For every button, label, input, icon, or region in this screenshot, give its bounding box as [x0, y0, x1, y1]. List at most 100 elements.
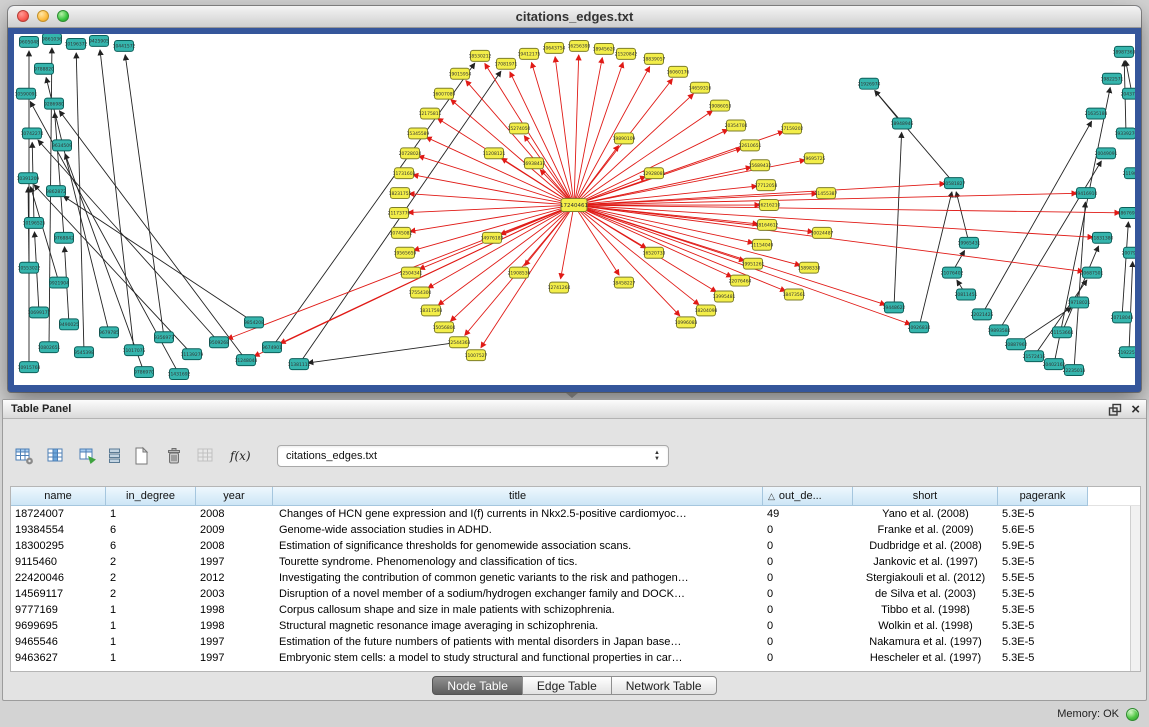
cell-out-degree: 0 — [763, 554, 853, 570]
cell-pagerank: 5.3E-5 — [998, 506, 1088, 522]
column-header-out-degree[interactable]: △out_de... — [763, 487, 853, 506]
graph-edge[interactable] — [63, 196, 254, 322]
column-header-year[interactable]: year — [196, 487, 273, 506]
column-header-short[interactable]: short — [853, 487, 998, 506]
tab-edge-table[interactable]: Edge Table — [522, 676, 612, 695]
graph-node-label: 18676988 — [1118, 211, 1135, 217]
panel-splitter[interactable] — [0, 392, 1149, 399]
cell-year: 1997 — [196, 650, 273, 666]
row-height-button[interactable] — [107, 443, 123, 469]
cell-title: Estimation of significance thresholds fo… — [273, 538, 763, 554]
graph-edge[interactable] — [919, 192, 952, 327]
cell-in-degree: 2 — [106, 554, 196, 570]
graph-edge[interactable] — [125, 55, 164, 337]
graph-edge[interactable] — [409, 194, 574, 205]
graph-node-label: 22235013 — [1063, 368, 1086, 374]
graph-edge[interactable] — [894, 132, 902, 307]
graph-node-label: 9768842 — [54, 236, 74, 242]
network-view-window: citations_edges.txt 17240461185302121901… — [8, 6, 1141, 392]
table-row[interactable]: 2242004622012Investigating the contribut… — [11, 570, 1140, 586]
graph-node-label: 22544363 — [448, 340, 471, 346]
graph-edge[interactable] — [956, 192, 969, 243]
graph-edge[interactable] — [982, 121, 1092, 314]
function-builder-button[interactable]: f(x) — [225, 443, 257, 469]
graph-node-label: 9679785 — [99, 330, 119, 336]
graph-edge[interactable] — [59, 111, 246, 360]
cell-short: Nakamura et al. (1997) — [853, 634, 998, 650]
float-panel-icon[interactable] — [1108, 403, 1122, 417]
table-scrollbar[interactable] — [1130, 506, 1140, 671]
graph-edge[interactable] — [532, 62, 574, 205]
table-row[interactable]: 911546021997Tourette syndrome. Phenomeno… — [11, 554, 1140, 570]
graph-edge[interactable] — [574, 205, 1120, 213]
graph-edge[interactable] — [100, 50, 134, 350]
graph-node-label: 19822571 — [1101, 76, 1124, 82]
table-mode-button[interactable] — [11, 443, 37, 469]
graph-edge[interactable] — [1122, 222, 1128, 317]
table-row[interactable]: 946554611997Estimation of the future num… — [11, 634, 1140, 650]
tab-network-table[interactable]: Network Table — [611, 676, 717, 695]
window-titlebar[interactable]: citations_edges.txt — [8, 6, 1141, 28]
cell-pagerank: 5.3E-5 — [998, 634, 1088, 650]
select-mode-button[interactable] — [75, 443, 101, 469]
graph-node-label: 19412175 — [518, 52, 541, 58]
graph-edge[interactable] — [574, 67, 650, 205]
graph-edge[interactable] — [451, 100, 574, 206]
graph-node-label: 20926834 — [908, 325, 931, 331]
graph-node-label: 21173776 — [388, 211, 411, 217]
table-row[interactable]: 1456911722003Disruption of a novel membe… — [11, 586, 1140, 602]
graph-edge[interactable] — [428, 205, 574, 288]
table-row[interactable]: 1872400712008Changes of HCN gene express… — [11, 506, 1140, 522]
network-canvas-svg[interactable]: 1724046118530212190159541600708912175811… — [14, 34, 1135, 385]
graph-edge[interactable] — [272, 63, 475, 347]
graph-edge[interactable] — [1129, 262, 1133, 352]
graph-node-label: 9509268 — [209, 340, 229, 346]
cell-pagerank: 5.3E-5 — [998, 650, 1088, 666]
close-panel-icon[interactable]: × — [1131, 402, 1140, 417]
graph-edge[interactable] — [49, 48, 52, 347]
graph-edge[interactable] — [574, 205, 885, 305]
column-header-in-degree[interactable]: in_degree — [106, 487, 196, 506]
table-row[interactable]: 946362711997Embryonic stem cells: a mode… — [11, 650, 1140, 666]
graph-node-label: 12741264 — [548, 285, 571, 291]
delete-column-button[interactable] — [161, 443, 187, 469]
graph-edge[interactable] — [574, 205, 699, 305]
graph-node-label: 20718043 — [1111, 315, 1134, 321]
graph-node-label: 12610651 — [739, 143, 762, 149]
graph-edge[interactable] — [574, 111, 713, 205]
graph-node-label: 22076464 — [729, 278, 752, 284]
table-row[interactable]: 969969511998Structural magnetic resonanc… — [11, 618, 1140, 634]
new-column-button[interactable] — [129, 443, 155, 469]
graph-node-label: 16216210 — [758, 203, 781, 209]
graph-edge[interactable] — [466, 81, 574, 205]
graph-edge[interactable] — [574, 129, 728, 205]
graph-node-label: 21153664 — [1051, 330, 1074, 336]
graph-node-label: 16520733 — [643, 250, 666, 256]
graph-node-label: 9634509 — [52, 143, 72, 149]
network-canvas[interactable]: 1724046118530212190159541600708912175811… — [14, 34, 1135, 385]
column-header-title[interactable]: title — [273, 487, 763, 506]
graph-node-label: 10196525 — [23, 221, 46, 227]
cell-short: Jankovic et al. (1997) — [853, 554, 998, 570]
table-row[interactable]: 977716911998Corpus callosum shape and si… — [11, 602, 1140, 618]
table-selector[interactable]: citations_edges.txt ▲▼ — [277, 445, 669, 467]
cell-title: Embryonic stem cells: a model to study s… — [273, 650, 763, 666]
table-row[interactable]: 1830029562008Estimation of significance … — [11, 538, 1140, 554]
graph-edge[interactable] — [1034, 280, 1087, 356]
graph-node-label: 10996083 — [675, 320, 698, 326]
cell-title: Genome-wide association studies in ADHD. — [273, 522, 763, 538]
splitter-grip-icon — [566, 393, 578, 398]
table-row[interactable]: 1938455462009Genome-wide association stu… — [11, 522, 1140, 538]
tab-node-table[interactable]: Node Table — [432, 676, 523, 695]
column-header-pagerank[interactable]: pagerank — [998, 487, 1088, 506]
graph-edge[interactable] — [1074, 202, 1085, 370]
show-columns-button[interactable] — [43, 443, 69, 469]
import-table-button[interactable] — [193, 443, 219, 469]
cell-in-degree: 6 — [106, 538, 196, 554]
column-header-name[interactable]: name — [11, 487, 106, 506]
cell-year: 2012 — [196, 570, 273, 586]
cell-year: 1997 — [196, 634, 273, 650]
graph-edge[interactable] — [485, 63, 574, 205]
cell-out-degree: 0 — [763, 538, 853, 554]
graph-edge[interactable] — [308, 342, 459, 363]
